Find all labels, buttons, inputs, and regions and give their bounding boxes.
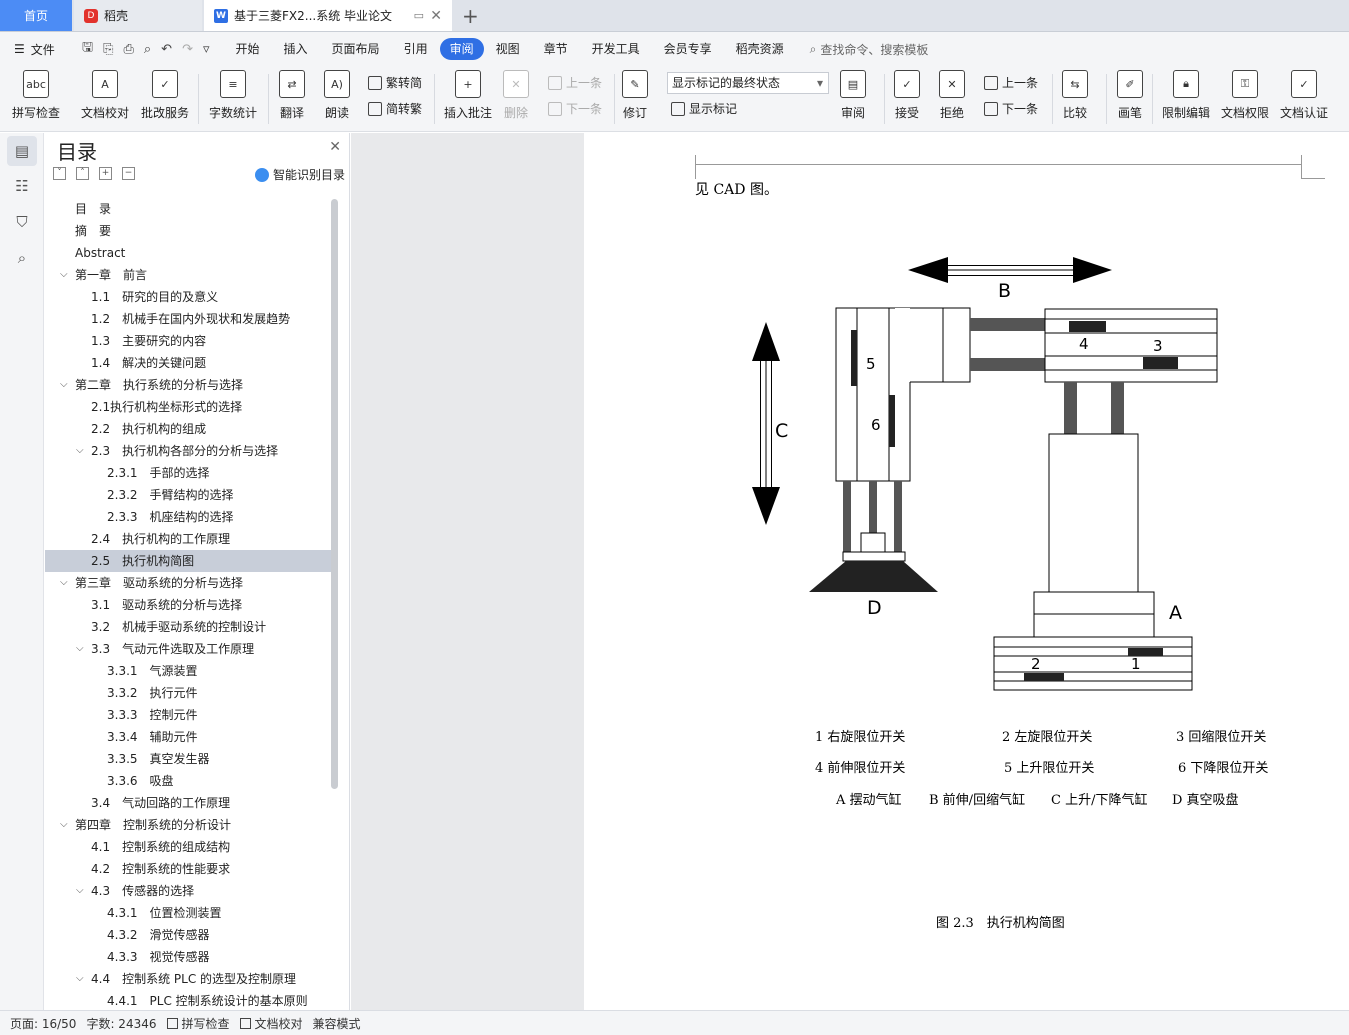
- proofread-status-icon: [239, 1017, 251, 1029]
- switch-6-mark: [889, 395, 895, 447]
- word-count-indicator[interactable]: 字数: 24346: [86, 1015, 156, 1032]
- legend-item: B 前伸/回缩气缸: [929, 793, 1026, 808]
- switch-4-mark: [1069, 321, 1106, 332]
- spellcheck-status[interactable]: 拼写检查: [166, 1015, 230, 1032]
- switch-2-mark: [1024, 673, 1064, 681]
- legend-item: 3 回缩限位开关: [1176, 730, 1267, 745]
- gripper-plate: [842, 551, 906, 562]
- label-6: 6: [871, 416, 881, 434]
- page-indicator[interactable]: 页面: 16/50: [10, 1015, 76, 1032]
- label-b: B: [998, 280, 1012, 302]
- legend-item: 1 右旋限位开关: [815, 730, 906, 745]
- label-a: A: [1169, 602, 1182, 624]
- gripper-rod: [894, 481, 902, 552]
- label-4: 4: [1079, 335, 1089, 353]
- label-c: C: [775, 420, 789, 442]
- arm-rod-upper: [970, 318, 1045, 331]
- status-bar: 页面: 16/50 字数: 24346 拼写检查 文档校对 兼容模式: [0, 1010, 1349, 1035]
- horizontal-cylinder: [1044, 308, 1218, 383]
- column: [1048, 433, 1139, 593]
- base: [993, 636, 1193, 691]
- checkbox-icon: [166, 1017, 178, 1029]
- gripper-block: [860, 532, 886, 553]
- gripper-rod: [843, 481, 851, 552]
- legend-item: 5 上升限位开关: [1004, 761, 1095, 776]
- switch-5-mark: [851, 330, 857, 386]
- column-rod: [1111, 382, 1124, 434]
- arm-rod-lower: [970, 358, 1045, 371]
- column-rod: [1064, 382, 1077, 434]
- figure-caption: 图 2.3 执行机构简图: [936, 916, 1065, 931]
- spellcheck-status-label: 拼写检查: [181, 1016, 230, 1031]
- label-5: 5: [866, 355, 876, 373]
- label-d: D: [867, 597, 882, 619]
- legend-item: 2 左旋限位开关: [1002, 730, 1093, 745]
- gripper-rod: [869, 481, 877, 533]
- proofread-status[interactable]: 文档校对: [239, 1015, 303, 1032]
- compat-mode: 兼容模式: [312, 1016, 361, 1031]
- switch-3-mark: [1143, 357, 1178, 369]
- arm-connector-fill: [895, 308, 943, 382]
- suction-cup: [809, 561, 938, 592]
- legend-item: A 摆动气缸: [836, 793, 902, 808]
- legend-item: D 真空吸盘: [1172, 793, 1239, 808]
- label-3: 3: [1153, 337, 1163, 355]
- label-2: 2: [1031, 655, 1041, 673]
- legend-item: C 上升/下降气缸: [1051, 793, 1148, 808]
- legend-item: 4 前伸限位开关: [815, 761, 906, 776]
- proofread-status-label: 文档校对: [254, 1016, 303, 1031]
- mechanism-diagram: [752, 257, 1218, 691]
- label-1: 1: [1131, 655, 1141, 673]
- legend-item: 6 下降限位开关: [1178, 761, 1269, 776]
